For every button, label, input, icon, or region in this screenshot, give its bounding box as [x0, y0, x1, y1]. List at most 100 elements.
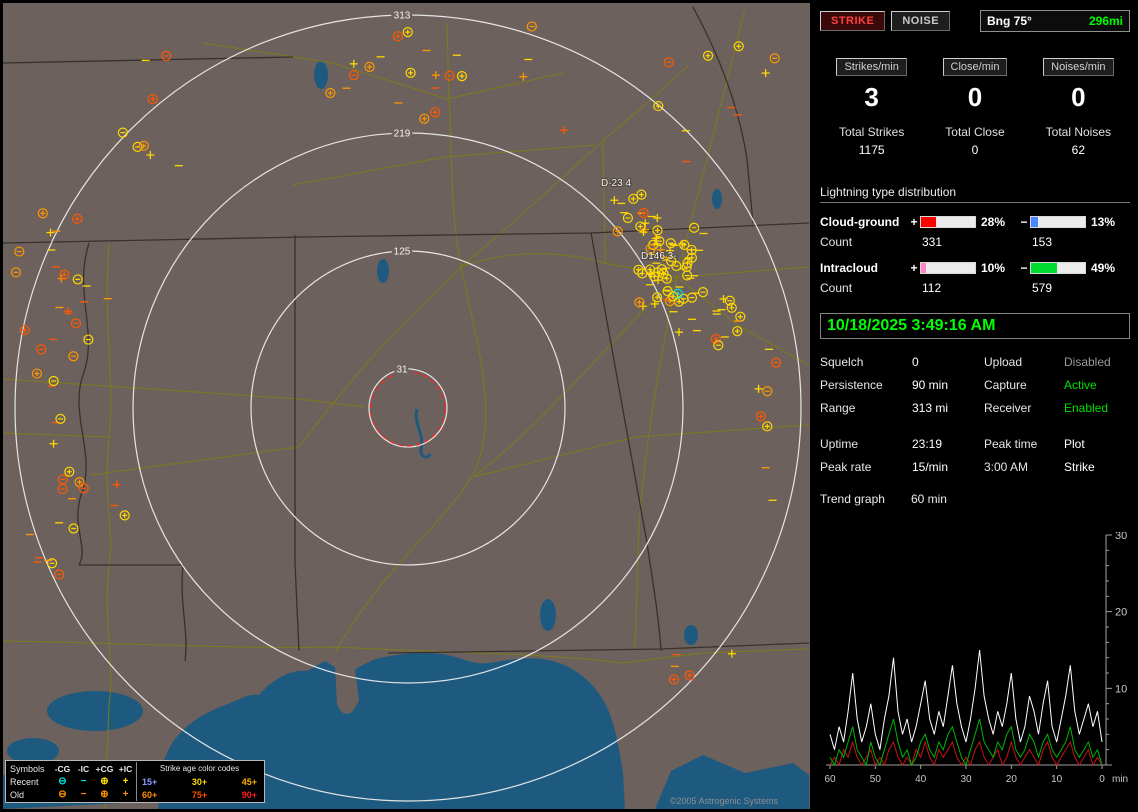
total-cell: Total Strikes 1175 — [820, 125, 923, 157]
plus-sign: + — [910, 215, 918, 229]
status-value: Enabled — [1064, 401, 1109, 415]
range-ring-label: 313 — [394, 11, 411, 22]
legend-col-pos-ic: +IC — [118, 763, 133, 774]
minus-bar-fill — [1031, 263, 1058, 273]
minus-count: 579 — [1032, 281, 1053, 295]
lake — [540, 599, 556, 631]
legend-body: Recent ⊖ − ⊕ +15+ 30+ 45+ Old ⊖ − ⊕ +60+ 75+ 90+ — [8, 775, 262, 801]
legend-symbol: + — [122, 788, 129, 800]
minus-bar — [1030, 216, 1086, 228]
series-noises — [829, 740, 1103, 767]
minus-percent: 13% — [1091, 215, 1116, 229]
top-toolbar: STRIKE NOISE Bng 75° 296mi — [820, 10, 1130, 32]
x-tick-label: 30 — [960, 774, 972, 785]
minus-bar-fill — [1031, 217, 1039, 227]
distribution-type-label: Cloud-ground — [820, 215, 900, 229]
minus-count: 153 — [1032, 235, 1053, 249]
status-value: Active — [1064, 378, 1097, 392]
distribution-rows: Cloud-ground +28% −13% Count 331 153 Intraclou… — [820, 215, 1130, 295]
legend-symbol: + — [122, 775, 129, 787]
range-ring-label: 31 — [396, 365, 408, 376]
status-label: Squelch — [820, 355, 864, 369]
legend-header: Symbols -CG -IC +CG +IC Strike age color… — [8, 762, 262, 775]
x-tick-label: 0 — [1099, 774, 1105, 785]
legend-age-value: 75+ — [191, 789, 208, 800]
rate-box-label: Close/min — [942, 58, 1008, 76]
legend-row-label: Old — [10, 789, 25, 800]
strike-button[interactable]: STRIKE — [820, 11, 886, 31]
session-label: Peak time — [984, 437, 1038, 451]
plus-bar-fill — [921, 263, 927, 273]
lightning-map: 31 125 219 313 D-23 4 D146 3- — [3, 3, 810, 809]
trend-header: Trend graph 60 min — [820, 492, 1130, 506]
bearing-label: Bng 75° — [987, 14, 1032, 28]
x-tick-label: 60 — [824, 774, 836, 785]
lake-pontchartrain — [47, 691, 143, 731]
distribution-count-row: Count 331 153 — [820, 235, 1130, 249]
noise-button[interactable]: NOISE — [891, 11, 951, 31]
status-value: Disabled — [1064, 355, 1111, 369]
bearing-readout: Bng 75° 296mi — [980, 10, 1130, 32]
y-tick-label: 10 — [1115, 683, 1127, 695]
session-value: Plot — [1064, 437, 1085, 451]
rate-box-label: Noises/min — [1043, 58, 1114, 76]
plus-bar-fill — [921, 217, 937, 227]
map-viewport[interactable]: 31 125 219 313 D-23 4 D146 3- Symbols -CG -IC… — [3, 3, 810, 809]
total-label: Total Strikes — [838, 125, 905, 139]
storm-cell-label: D146 3- — [641, 251, 677, 262]
legend-age-codes: 60+ 75+ 90+ — [136, 788, 262, 801]
map-legend: Symbols -CG -IC +CG +IC Strike age color… — [5, 760, 265, 803]
copyright-text: ©2005 Astrogenic Systems — [669, 796, 778, 806]
status-value: 0 — [912, 355, 919, 369]
distribution-type-label: Intracloud — [820, 261, 879, 275]
distribution-row: Intracloud +10% − 49% — [820, 261, 1130, 275]
plus-percent: 28% — [981, 215, 1006, 229]
control-panel: STRIKE NOISE Bng 75° 296mi Strikes/min Cl… — [812, 0, 1138, 812]
status-label: Capture — [984, 378, 1027, 392]
lake — [314, 61, 328, 89]
trend-graph: 30 20 10 60 50 40 30 20 10 0 min — [824, 532, 1128, 785]
legend-row-label: Recent — [10, 776, 39, 787]
distribution-row: Cloud-ground +28% − 13% — [820, 215, 1130, 229]
storm-cell-label: D-23 4 — [601, 178, 631, 189]
plus-bar — [920, 216, 976, 228]
rate-value: 0 — [967, 82, 983, 112]
plus-count: 112 — [922, 281, 942, 295]
session-value: 23:19 — [912, 437, 943, 451]
legend-symbol: ⊖ — [58, 788, 67, 800]
status-value: 90 min — [912, 378, 949, 392]
x-tick-label: 20 — [1006, 774, 1018, 785]
rate-values: 3 0 0 — [820, 82, 1130, 113]
legend-age-value: 30+ — [191, 776, 208, 787]
session-grid: Uptime 23:19 Peak time Plot Peak rate 15/min 3… — [820, 437, 1130, 474]
series-strikes — [829, 649, 1103, 750]
status-label: Receiver — [984, 401, 1032, 415]
plus-bar — [920, 262, 976, 274]
rate-labels: Strikes/min Close/min Noises/min — [820, 58, 1130, 76]
plus-sign: + — [910, 261, 918, 275]
lake — [377, 259, 389, 283]
session-label: 3:00 AM — [984, 460, 1029, 474]
lake — [712, 189, 722, 209]
legend-age-value: 90+ — [241, 789, 257, 800]
total-value: 0 — [971, 143, 979, 157]
plus-percent: 10% — [981, 261, 1006, 275]
legend-age-value: 15+ — [142, 776, 158, 787]
trend-window: 60 min — [910, 492, 947, 506]
session-label: Uptime — [820, 437, 859, 451]
legend-age-value: 45+ — [241, 776, 257, 787]
legend-age-codes: 15+ 30+ 45+ — [136, 775, 262, 788]
range-ring-label: 125 — [394, 247, 411, 258]
minus-percent: 49% — [1091, 261, 1116, 275]
rate-value: 3 — [864, 82, 879, 112]
rate-value: 0 — [1071, 82, 1086, 112]
session-label: Peak rate — [820, 460, 872, 474]
status-label: Range — [820, 401, 856, 415]
rate-box-label: Strikes/min — [836, 58, 907, 76]
legend-symbol: ⊕ — [100, 775, 109, 787]
y-tick-label: 30 — [1115, 532, 1127, 542]
legend-col-pos-cg: +CG — [95, 763, 114, 774]
minus-sign: − — [1020, 261, 1028, 275]
minus-bar — [1030, 262, 1086, 274]
minus-sign: − — [1020, 215, 1028, 229]
